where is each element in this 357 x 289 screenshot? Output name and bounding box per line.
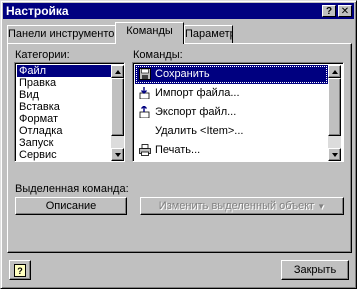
scroll-down-button[interactable] [111, 148, 124, 161]
tab-options[interactable]: Параметры [184, 25, 233, 43]
tab-options-label: Параметры [185, 28, 232, 40]
command-label: Удалить <Item>... [155, 125, 244, 137]
tab-commands-label: Команды [126, 25, 173, 37]
export-icon [139, 106, 150, 118]
category-item[interactable]: Вставка [17, 101, 111, 113]
help-assistant-button[interactable]: ? [9, 260, 31, 280]
category-item[interactable]: Правка [17, 77, 111, 89]
down-arrow-icon [115, 153, 121, 157]
up-arrow-icon [115, 70, 121, 74]
import-icon [139, 87, 150, 99]
categories-scrollbar[interactable] [111, 65, 124, 161]
dropdown-arrow-icon: ▼ [317, 202, 326, 211]
scroll-thumb[interactable] [328, 78, 341, 136]
command-label: Печать... [155, 144, 201, 156]
command-label: Экспорт файл... [155, 106, 237, 118]
command-item[interactable]: Удалить <Item>... [135, 122, 328, 141]
window-title: Настройка [6, 4, 69, 18]
tab-toolbars[interactable]: Панели инструментов [7, 25, 116, 43]
modify-selection-button[interactable]: Изменить выделенный объект ▼ [140, 197, 344, 215]
selected-command-label: Выделенная команда: [15, 183, 129, 195]
category-item[interactable]: Формат [17, 113, 111, 125]
tab-commands[interactable]: Команды [115, 22, 184, 44]
close-button[interactable]: Закрыть [281, 260, 349, 280]
categories-label: Категории: [15, 49, 70, 61]
tab-toolbars-label: Панели инструментов [8, 28, 116, 40]
category-item[interactable]: Сервис [17, 149, 111, 161]
svg-text:?: ? [17, 266, 23, 276]
title-bar: Настройка ? ✕ [3, 3, 354, 19]
scroll-thumb[interactable] [111, 78, 124, 136]
commands-list[interactable]: Сохранить Импорт файла... Экспорт файл..… [132, 62, 344, 162]
scroll-up-button[interactable] [111, 65, 124, 78]
command-label: Импорт файла... [155, 87, 240, 99]
scroll-down-button[interactable] [328, 148, 341, 161]
down-arrow-icon [332, 153, 338, 157]
commands-label: Команды: [133, 49, 183, 61]
description-button[interactable]: Описание [15, 197, 127, 215]
category-item[interactable]: Вид [17, 89, 111, 101]
category-item[interactable]: Запуск [17, 137, 111, 149]
command-label: Сохранить [155, 68, 210, 80]
category-item[interactable]: Файл [17, 65, 111, 77]
help-button[interactable]: ? [322, 5, 336, 17]
command-item[interactable]: Печать... [135, 141, 328, 160]
help-question-icon: ? [14, 264, 26, 277]
command-item[interactable]: Сохранить [135, 65, 328, 84]
customize-dialog: Настройка ? ✕ Панели инструментов Команд… [0, 0, 357, 289]
up-arrow-icon [332, 70, 338, 74]
print-icon [139, 144, 151, 156]
close-window-button[interactable]: ✕ [338, 5, 352, 17]
command-item[interactable]: Импорт файла... [135, 84, 328, 103]
category-item[interactable]: Отладка [17, 125, 111, 137]
categories-list[interactable]: Файл Правка Вид Вставка Формат Отладка З… [14, 62, 125, 162]
modify-selection-label: Изменить выделенный объект [158, 200, 315, 212]
scroll-up-button[interactable] [328, 65, 341, 78]
command-item[interactable]: Экспорт файл... [135, 103, 328, 122]
commands-scrollbar[interactable] [328, 65, 341, 161]
save-icon [139, 68, 151, 80]
